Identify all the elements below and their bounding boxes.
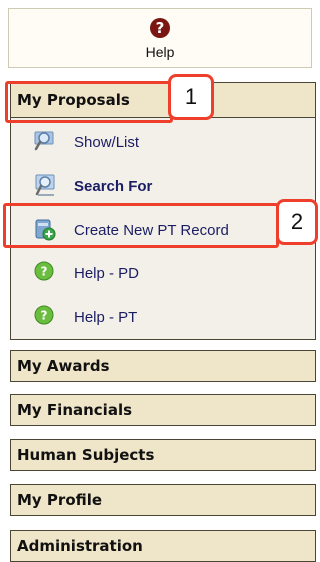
- menu-item-show-list[interactable]: Show/List: [11, 122, 315, 162]
- menu-item-help-pt[interactable]: ? Help - PT: [11, 297, 315, 337]
- callout-highlight-my-proposals: [5, 81, 173, 123]
- magnifier-list-icon: [33, 129, 59, 155]
- section-my-profile[interactable]: My Profile: [10, 484, 316, 516]
- magnifier-search-icon: [33, 173, 59, 199]
- callout-number: 1: [184, 84, 198, 109]
- section-label: My Awards: [17, 357, 110, 375]
- menu-item-search-for[interactable]: Search For: [11, 166, 315, 206]
- section-label: My Financials: [17, 401, 133, 419]
- question-circle-icon: ?: [150, 18, 170, 38]
- section-human-subjects[interactable]: Human Subjects: [10, 439, 316, 471]
- section-my-awards[interactable]: My Awards: [10, 350, 316, 382]
- section-administration[interactable]: Administration: [10, 530, 316, 562]
- svg-text:?: ?: [41, 265, 48, 279]
- section-label: Human Subjects: [17, 446, 155, 464]
- help-label: Help: [145, 44, 175, 60]
- menu-item-label: Help - PD: [74, 264, 140, 282]
- menu-item-label: Help - PT: [74, 308, 138, 326]
- callout-badge-2: 2: [276, 199, 318, 245]
- green-help-icon: ?: [33, 304, 59, 330]
- callout-number: 2: [290, 209, 304, 234]
- svg-text:?: ?: [41, 309, 48, 323]
- section-my-financials[interactable]: My Financials: [10, 394, 316, 426]
- callout-badge-1: 1: [168, 74, 214, 120]
- menu-item-help-pd[interactable]: ? Help - PD: [11, 253, 315, 293]
- menu-item-label: Show/List: [74, 133, 140, 151]
- menu-item-label: Search For: [74, 177, 153, 195]
- section-label: My Profile: [17, 491, 103, 509]
- green-help-icon: ?: [33, 260, 59, 286]
- help-button[interactable]: ? Help: [8, 8, 312, 68]
- section-label: Administration: [17, 537, 143, 555]
- callout-highlight-create-record: [3, 203, 279, 248]
